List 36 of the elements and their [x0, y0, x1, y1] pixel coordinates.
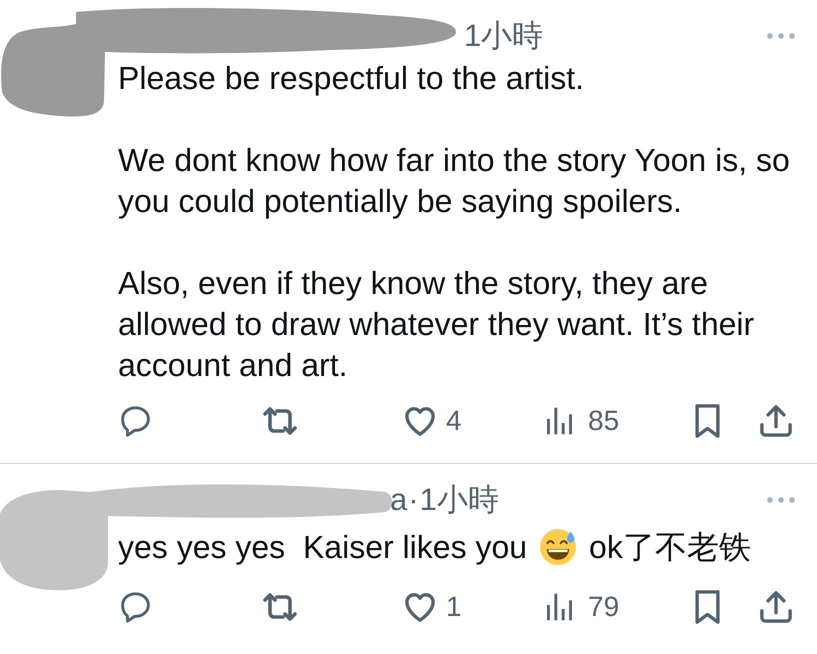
reply-button[interactable] — [121, 592, 150, 622]
views-button[interactable]: 85 — [547, 400, 620, 442]
bar-chart-icon — [547, 593, 572, 621]
smiling-face-sweat-icon — [539, 528, 578, 566]
like-button[interactable]: 1 — [405, 586, 462, 628]
bookmark-button[interactable] — [695, 590, 720, 624]
reply-icon — [121, 406, 150, 436]
post-time[interactable]: 1小時 — [420, 476, 499, 524]
separator: · — [408, 480, 420, 519]
repost-button[interactable] — [263, 593, 297, 621]
post-time[interactable]: 1小時 — [464, 12, 544, 60]
bar-chart-icon — [547, 407, 572, 435]
more-icon — [767, 497, 795, 503]
bookmark-icon — [695, 404, 720, 438]
post-text: We dont know how far into the story Yoon is, so you could potentially be saying spoilers. — [118, 141, 791, 221]
reply-icon — [121, 592, 150, 622]
share-icon — [760, 405, 792, 437]
heart-icon — [405, 592, 435, 622]
like-button[interactable]: 4 — [405, 400, 462, 442]
repost-icon — [263, 407, 297, 435]
post-text: Please be respectful to the artist. — [118, 59, 586, 98]
repost-icon — [263, 593, 297, 621]
share-button[interactable] — [760, 405, 792, 437]
post-text: ok了不老铁 — [589, 529, 751, 565]
repost-button[interactable] — [263, 407, 297, 435]
post-text: yes yes yes Kaiser likes you — [118, 529, 528, 565]
reply-button[interactable] — [121, 406, 150, 436]
post-text: Also, even if they know the story, they are allowed to draw whatever they want. It’s their account and art. — [118, 264, 756, 385]
views-button[interactable]: 79 — [547, 586, 620, 628]
share-icon — [760, 591, 792, 623]
bookmark-icon — [695, 590, 720, 624]
more-icon — [767, 33, 795, 39]
bookmark-button[interactable] — [695, 404, 720, 438]
heart-icon — [405, 406, 435, 436]
share-button[interactable] — [760, 591, 792, 623]
author-name[interactable]: a — [390, 476, 408, 524]
